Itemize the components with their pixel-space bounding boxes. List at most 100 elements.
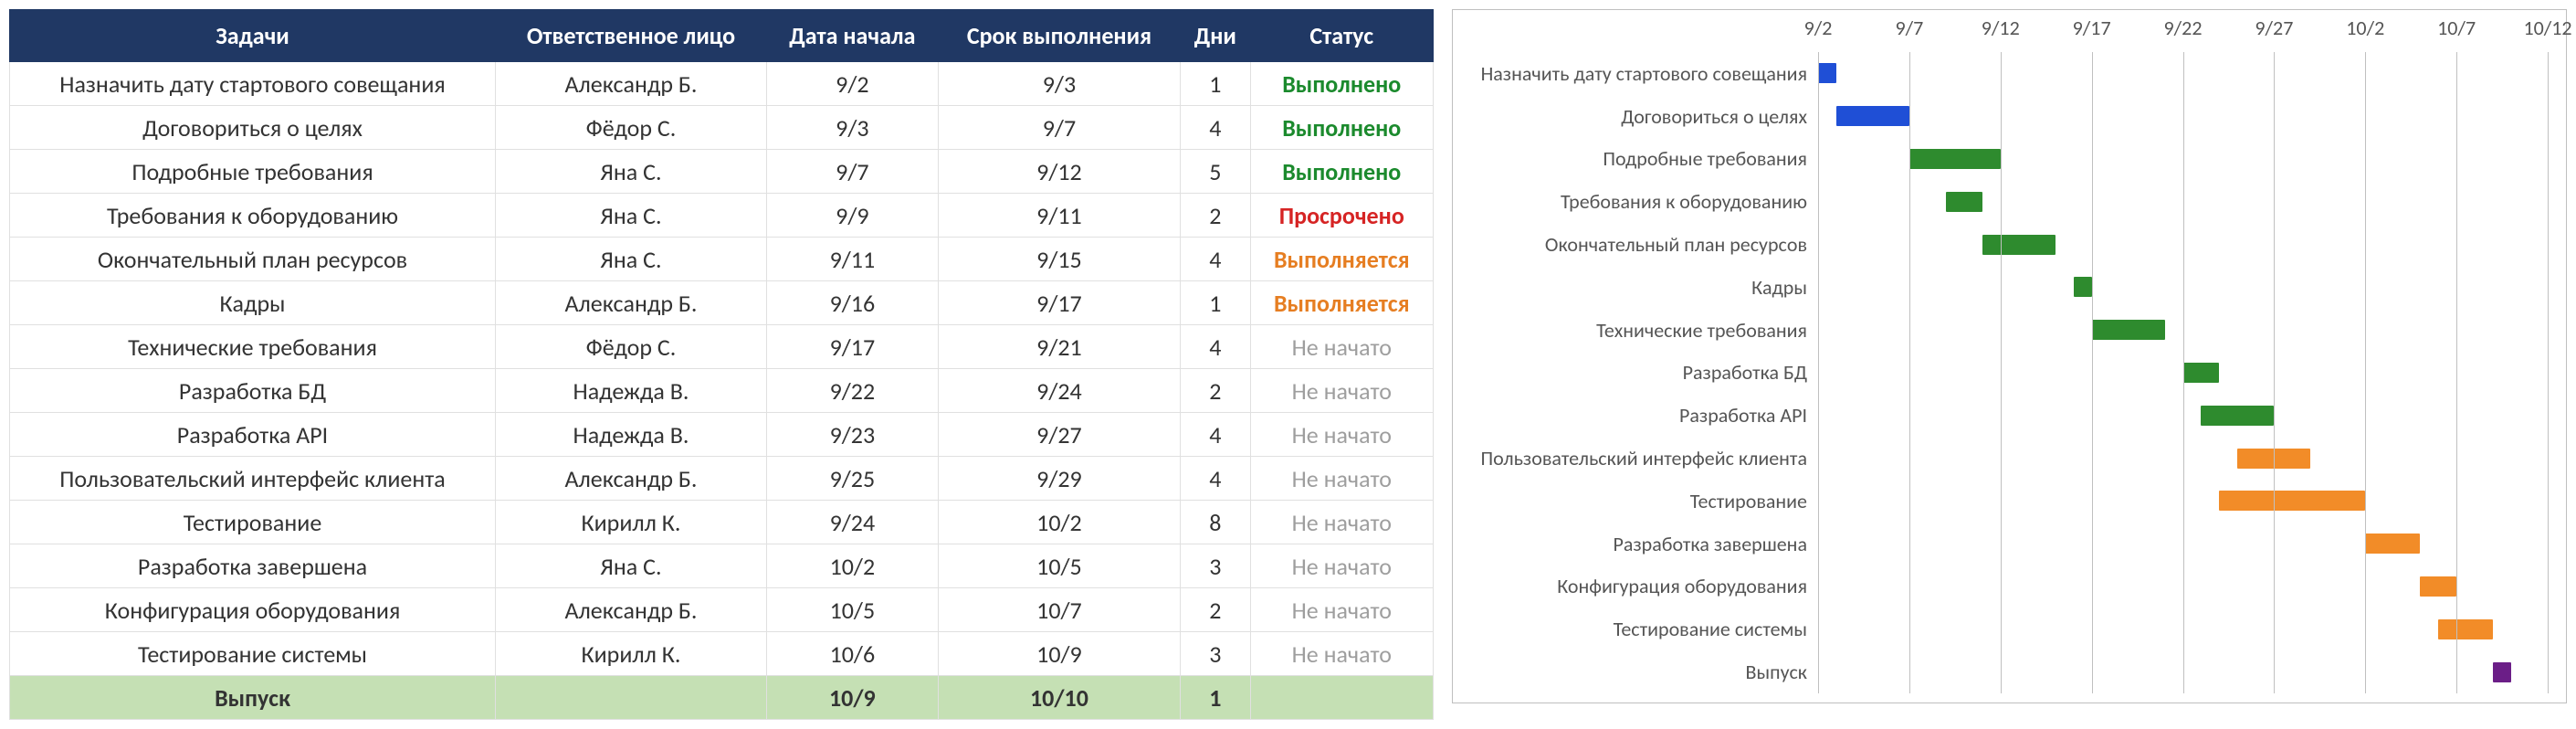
cell-start: 10/6 [766,632,938,676]
cell-task: Кадры [10,281,496,325]
cell-end: 10/7 [938,588,1180,632]
gantt-bar [2092,320,2165,340]
cell-status: Просрочено [1250,194,1433,238]
gantt-row: Договориться о целях [1453,95,2566,138]
cell-owner: Надежда В. [496,413,767,457]
cell-end: 9/27 [938,413,1180,457]
cell-end: 9/11 [938,194,1180,238]
cell-owner: Александр Б. [496,457,767,501]
cell-task: Тестирование системы [10,632,496,676]
cell-task: Конфигурация оборудования [10,588,496,632]
cell-days: 2 [1181,588,1250,632]
gridline [2183,52,2184,693]
gantt-row-label: Кадры [1453,275,1818,300]
gantt-row: Окончательный план ресурсов [1453,223,2566,266]
cell-task: Тестирование [10,501,496,544]
table-row: КадрыАлександр Б.9/169/171Выполняется [10,281,1434,325]
cell-start: 10/5 [766,588,938,632]
gantt-row-label: Договориться о целях [1453,104,1818,129]
cell-end: 9/17 [938,281,1180,325]
gantt-bar [1982,235,2056,255]
cell-days: 4 [1181,413,1250,457]
cell-end: 9/24 [938,369,1180,413]
gantt-bar [2493,662,2511,682]
col-days: Дни [1181,10,1250,62]
cell-end: 10/9 [938,632,1180,676]
cell-start: 9/16 [766,281,938,325]
table-row: Технические требованияФёдор С.9/179/214Н… [10,325,1434,369]
cell-status: Выполнено [1250,62,1433,106]
x-tick: 9/17 [2073,16,2111,40]
gantt-bar [1836,106,1909,126]
gantt-row: Конфигурация оборудования [1453,565,2566,608]
cell-end: 9/21 [938,325,1180,369]
gantt-row: Назначить дату стартового совещания [1453,52,2566,95]
cell-status: Не начато [1250,588,1433,632]
gantt-row: Требования к оборудованию [1453,180,2566,223]
cell-task: Договориться о целях [10,106,496,150]
col-end: Срок выполнения [938,10,1180,62]
x-tick: 9/12 [1982,16,2020,40]
gridline [2456,52,2457,693]
gantt-row-label: Тестирование системы [1453,617,1818,641]
cell-owner: Фёдор С. [496,106,767,150]
gantt-row: Кадры [1453,266,2566,309]
gantt-bar [2074,277,2092,297]
cell-start: 9/23 [766,413,938,457]
cell-start: 10/9 [766,676,938,720]
cell-end: 10/10 [938,676,1180,720]
cell-start: 9/7 [766,150,938,194]
x-tick: 10/2 [2346,16,2384,40]
task-table-container: Задачи Ответственное лицо Дата начала Ср… [9,9,1434,720]
cell-owner [496,676,767,720]
cell-owner: Яна С. [496,150,767,194]
cell-days: 1 [1181,676,1250,720]
gantt-row-label: Технические требования [1453,318,1818,343]
gridline [2274,52,2275,693]
gantt-row: Разработка БД [1453,352,2566,395]
cell-start: 9/25 [766,457,938,501]
x-tick: 9/2 [1804,16,1833,40]
cell-end: 10/5 [938,544,1180,588]
task-table-body: Назначить дату стартового совещанияАлекс… [10,62,1434,720]
gantt-bar [2438,619,2493,639]
gantt-row-label: Тестирование [1453,489,1818,513]
table-row: Разработка завершенаЯна С.10/210/53Не на… [10,544,1434,588]
col-status: Статус [1250,10,1433,62]
cell-start: 10/2 [766,544,938,588]
table-row: Назначить дату стартового совещанияАлекс… [10,62,1434,106]
gantt-row-label: Назначить дату стартового совещания [1453,61,1818,86]
gantt-row: Выпуск [1453,650,2566,693]
gantt-bar [2420,576,2456,597]
gridline [2092,52,2093,693]
cell-status: Не начато [1250,501,1433,544]
cell-status: Не начато [1250,632,1433,676]
col-task: Задачи [10,10,496,62]
gantt-row-label: Разработка БД [1453,360,1818,385]
col-start: Дата начала [766,10,938,62]
cell-task: Окончательный план ресурсов [10,238,496,281]
cell-status: Не начато [1250,457,1433,501]
cell-owner: Яна С. [496,544,767,588]
task-table: Задачи Ответственное лицо Дата начала Ср… [9,9,1434,720]
table-row: Тестирование системыКирилл К.10/610/93Не… [10,632,1434,676]
cell-task: Требования к оборудованию [10,194,496,238]
gantt-row-label: Конфигурация оборудования [1453,574,1818,598]
cell-status: Выполнено [1250,106,1433,150]
gantt-bar [2365,534,2420,554]
cell-owner: Кирилл К. [496,501,767,544]
cell-owner: Кирилл К. [496,632,767,676]
cell-days: 8 [1181,501,1250,544]
x-tick: 9/22 [2164,16,2203,40]
cell-status: Не начато [1250,413,1433,457]
task-table-head: Задачи Ответственное лицо Дата начала Ср… [10,10,1434,62]
gantt-bar [1909,149,2001,169]
cell-owner: Александр Б. [496,588,767,632]
cell-status [1250,676,1433,720]
cell-end: 9/12 [938,150,1180,194]
gantt-row: Пользовательский интерфейс клиента [1453,437,2566,480]
gantt-row-label: Разработка API [1453,403,1818,428]
cell-end: 9/15 [938,238,1180,281]
gantt-chart: 9/29/79/129/179/229/2710/210/710/12 Назн… [1452,9,2567,703]
gantt-row-label: Выпуск [1453,660,1818,684]
